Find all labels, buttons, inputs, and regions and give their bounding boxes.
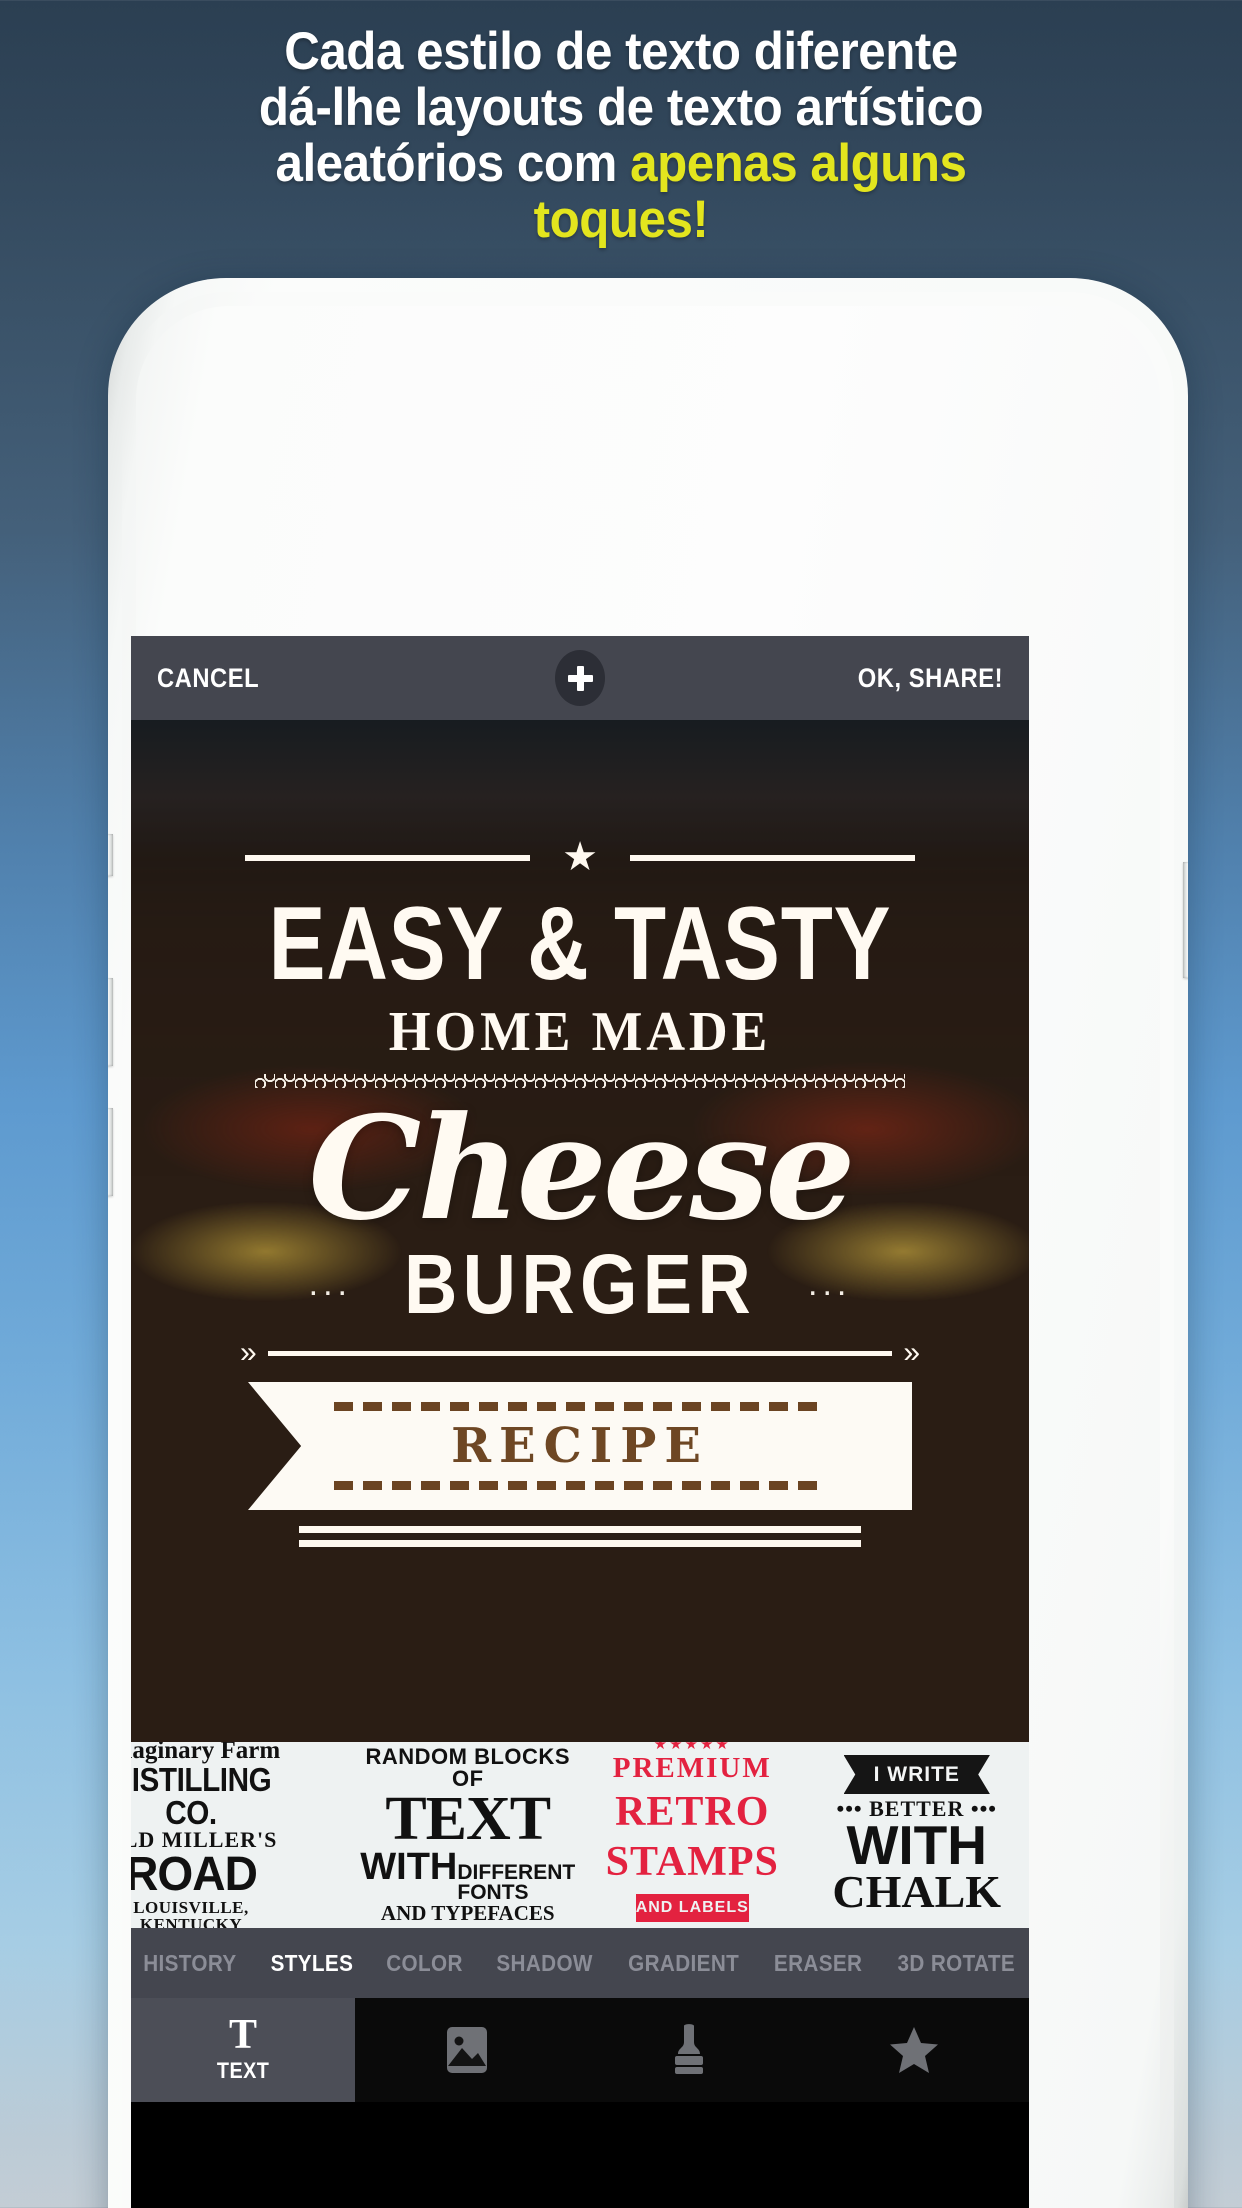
phone-mockup: CANCEL OK, SHARE! ★ EASY & TASTY HOME MA… xyxy=(108,278,1188,2208)
wavy-divider xyxy=(255,1074,905,1088)
poster-line-burger: BURGER xyxy=(403,1237,756,1331)
headline-line-4: toques! xyxy=(533,190,709,249)
blocks-line-3: WITH DIFFERENT FONTS xyxy=(360,1848,575,1903)
style-thumb-imaginary-farm[interactable]: Imaginary Farm DISTILLING CO. OLD MILLER… xyxy=(131,1742,356,1928)
farm-line-1: Imaginary Farm xyxy=(131,1742,281,1764)
text-tool-icon: T xyxy=(228,2012,257,2058)
recipe-ribbon: RECIPE xyxy=(248,1382,912,1510)
stamps-line-premium: PREMIUM xyxy=(612,1752,772,1784)
power-button[interactable] xyxy=(1183,862,1188,978)
blocks-line-2: TEXT xyxy=(385,1785,551,1854)
farm-line-4: ROAD xyxy=(131,1847,258,1901)
chalk-banner-text: I WRITE xyxy=(873,1763,960,1786)
arrow-right-icon: » xyxy=(903,1336,920,1369)
tab-gradient[interactable]: GRADIENT xyxy=(617,1950,750,1977)
blocks-line-3-stack: DIFFERENT FONTS xyxy=(457,1861,576,1904)
farm-line-2: DISTILLING CO. xyxy=(131,1760,272,1831)
headline-line-3-text: aleatórios com xyxy=(275,134,631,193)
promo-headline: Cada estilo de texto diferente dá-lhe la… xyxy=(43,24,1198,248)
tab-styles[interactable]: STYLES xyxy=(260,1950,364,1977)
mute-switch-button[interactable] xyxy=(108,834,113,876)
stamp-icon[interactable] xyxy=(669,2022,709,2078)
ribbon-dash-bottom xyxy=(334,1481,826,1490)
cancel-button[interactable]: CANCEL xyxy=(157,663,259,694)
poster-line-recipe: RECIPE xyxy=(451,1418,709,1474)
style-thumb-chalk[interactable]: I WRITE ••• BETTER ••• WITH CHALK xyxy=(805,1742,1030,1928)
headline-line-1: Cada estilo de texto diferente xyxy=(284,22,958,81)
bottom-rule-1 xyxy=(299,1526,861,1533)
star-icon[interactable] xyxy=(888,2025,940,2075)
styles-thumbnail-strip[interactable]: Imaginary Farm DISTILLING CO. OLD MILLER… xyxy=(131,1742,1029,1928)
bottom-double-rule xyxy=(299,1526,861,1547)
add-layer-button[interactable] xyxy=(555,650,605,706)
app-toolbar: CANCEL OK, SHARE! xyxy=(131,636,1029,720)
bottom-rule-2 xyxy=(299,1540,861,1547)
divider-rule-right xyxy=(630,855,915,861)
poster-line-easy-tasty: EASY & TASTY xyxy=(268,886,892,1002)
tab-color[interactable]: COLOR xyxy=(375,1950,473,1977)
volume-up-button[interactable] xyxy=(108,978,113,1066)
plus-icon-vertical xyxy=(576,665,584,691)
chalk-line-with: WITH xyxy=(846,1814,987,1876)
poster-line-home-made: HOME MADE xyxy=(388,1001,772,1063)
dots-left: ... xyxy=(308,1265,352,1303)
blocks-line-1: RANDOM BLOCKS OF xyxy=(365,1744,570,1792)
image-icon[interactable] xyxy=(444,2024,490,2076)
chalk-line-chalk: CHALK xyxy=(832,1866,1002,1917)
style-thumb-retro-stamps[interactable]: ★★★★★ PREMIUM RETRO STAMPS AND LABELS xyxy=(580,1742,805,1928)
design-canvas[interactable]: ★ EASY & TASTY HOME MADE Cheese ... BURG… xyxy=(131,720,1029,1742)
tab-shadow[interactable]: SHADOW xyxy=(485,1950,603,1977)
poster-burger-row: ... BURGER ... xyxy=(131,1240,1029,1328)
dock-icon-group xyxy=(355,1998,1029,2102)
divider-rule-left xyxy=(245,855,530,861)
editor-tab-bar[interactable]: HISTORY STYLES COLOR SHADOW GRADIENT ERA… xyxy=(131,1928,1029,1998)
arrow-divider-bar xyxy=(268,1351,892,1356)
share-button[interactable]: OK, SHARE! xyxy=(858,663,1003,694)
tab-eraser[interactable]: ERASER xyxy=(763,1950,873,1977)
poster-text-overlay[interactable]: ★ EASY & TASTY HOME MADE Cheese ... BURG… xyxy=(131,720,1029,1554)
arrow-left-icon: » xyxy=(240,1336,257,1369)
headline-accent: apenas alguns xyxy=(630,134,967,193)
blocks-line-3-fonts: FONTS xyxy=(457,1881,529,1904)
stamps-stars-icon: ★★★★★ xyxy=(653,1742,731,1753)
stamps-label-text: AND LABELS xyxy=(635,1899,749,1916)
dock-item-text[interactable]: T TEXT xyxy=(131,1998,355,2102)
star-divider: ★ xyxy=(245,835,915,879)
farm-line-5: LOUISVILLE, KENTUCKY xyxy=(133,1897,249,1929)
bottom-dock[interactable]: T TEXT xyxy=(131,1998,1029,2102)
blocks-line-3-with: WITH xyxy=(360,1846,458,1889)
chalk-banner: I WRITE xyxy=(843,1755,990,1794)
volume-down-button[interactable] xyxy=(108,1108,113,1196)
stamps-label-band: AND LABELS xyxy=(635,1894,749,1922)
recipe-ribbon-inner: RECIPE xyxy=(248,1382,912,1510)
star-icon: ★ xyxy=(562,835,598,879)
headline-line-3: aleatórios com apenas alguns xyxy=(43,136,1198,192)
arrow-divider: » » xyxy=(240,1338,920,1368)
style-thumb-imaginary-farm-art: Imaginary Farm DISTILLING CO. OLD MILLER… xyxy=(131,1742,295,1928)
dock-item-text-label: TEXT xyxy=(216,2058,270,2083)
blocks-line-4: AND TYPEFACES xyxy=(380,1900,555,1925)
stamps-line-retro: RETRO xyxy=(615,1789,770,1835)
app-screen: CANCEL OK, SHARE! ★ EASY & TASTY HOME MA… xyxy=(131,636,1029,2208)
headline-line-2: dá-lhe layouts de texto artístico xyxy=(258,78,984,137)
style-thumb-random-blocks[interactable]: RANDOM BLOCKS OF TEXT WITH DIFFERENT FON… xyxy=(356,1742,581,1928)
dots-right: ... xyxy=(808,1265,852,1303)
blocks-line-3-different: DIFFERENT xyxy=(457,1861,576,1885)
stamps-line-stamps: STAMPS xyxy=(605,1839,779,1885)
tab-3d-rotate[interactable]: 3D ROTATE xyxy=(887,1950,1026,1977)
tab-history[interactable]: HISTORY xyxy=(132,1950,247,1977)
poster-line-cheese: Cheese xyxy=(308,1086,855,1252)
ribbon-dash-top xyxy=(334,1402,826,1411)
